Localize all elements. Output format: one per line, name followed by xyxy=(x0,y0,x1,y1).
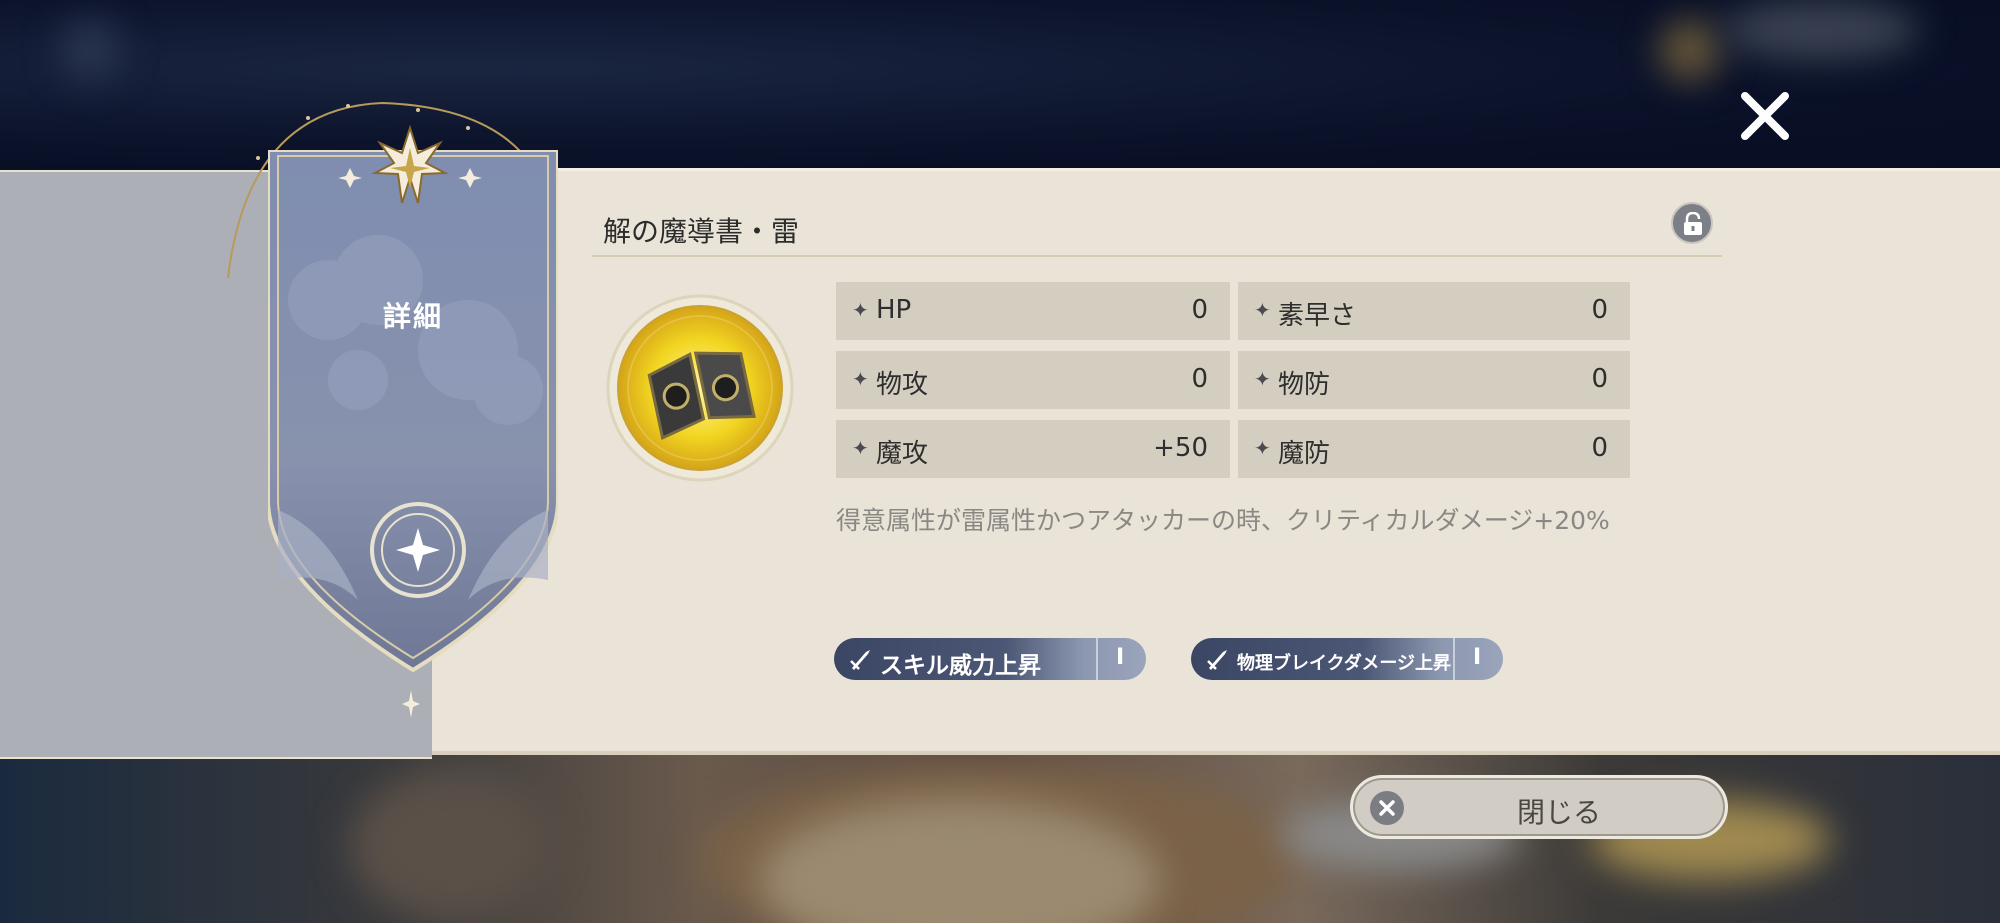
close-icon[interactable] xyxy=(1737,88,1793,144)
stat-physical-attack: ✦ 物攻 0 xyxy=(836,351,1230,409)
sparkle-icon: ✦ xyxy=(1254,436,1271,460)
close-button[interactable]: 閉じる xyxy=(1350,775,1728,839)
unlock-icon xyxy=(1684,212,1702,235)
stat-hp: ✦ HP 0 xyxy=(836,282,1230,340)
sword-icon xyxy=(1207,650,1227,670)
break-tag[interactable]: 物理ブレイクダメージ上昇 I xyxy=(1191,638,1503,680)
sparkle-icon: ✦ xyxy=(852,298,869,322)
sparkle-icon: ✦ xyxy=(1254,298,1271,322)
item-description: 得意属性が雷属性かつアタッカーの時、クリティカルダメージ+20% xyxy=(836,506,1610,535)
sword-icon xyxy=(850,650,870,670)
stat-physical-defense: ✦ 物防 0 xyxy=(1238,351,1630,409)
stat-speed: ✦ 素早さ 0 xyxy=(1238,282,1630,340)
skill-tag[interactable]: スキル威力上昇 I xyxy=(834,638,1146,680)
item-title: 解の魔導書・雷 xyxy=(603,215,800,248)
sparkle-icon xyxy=(402,690,420,718)
detail-tab-banner[interactable] xyxy=(268,150,558,680)
star-emblem-icon xyxy=(338,124,482,204)
tab-label: 詳細 xyxy=(382,300,443,333)
title-divider xyxy=(592,255,1722,257)
lock-button[interactable] xyxy=(1671,202,1713,244)
stat-magic-defense: ✦ 魔防 0 xyxy=(1238,420,1630,478)
sparkle-icon: ✦ xyxy=(852,436,869,460)
sparkle-icon: ✦ xyxy=(1254,367,1271,391)
sparkle-icon: ✦ xyxy=(852,367,869,391)
stat-magic-attack: ✦ 魔攻 +50 xyxy=(836,420,1230,478)
grimoire-item-icon xyxy=(606,294,794,482)
